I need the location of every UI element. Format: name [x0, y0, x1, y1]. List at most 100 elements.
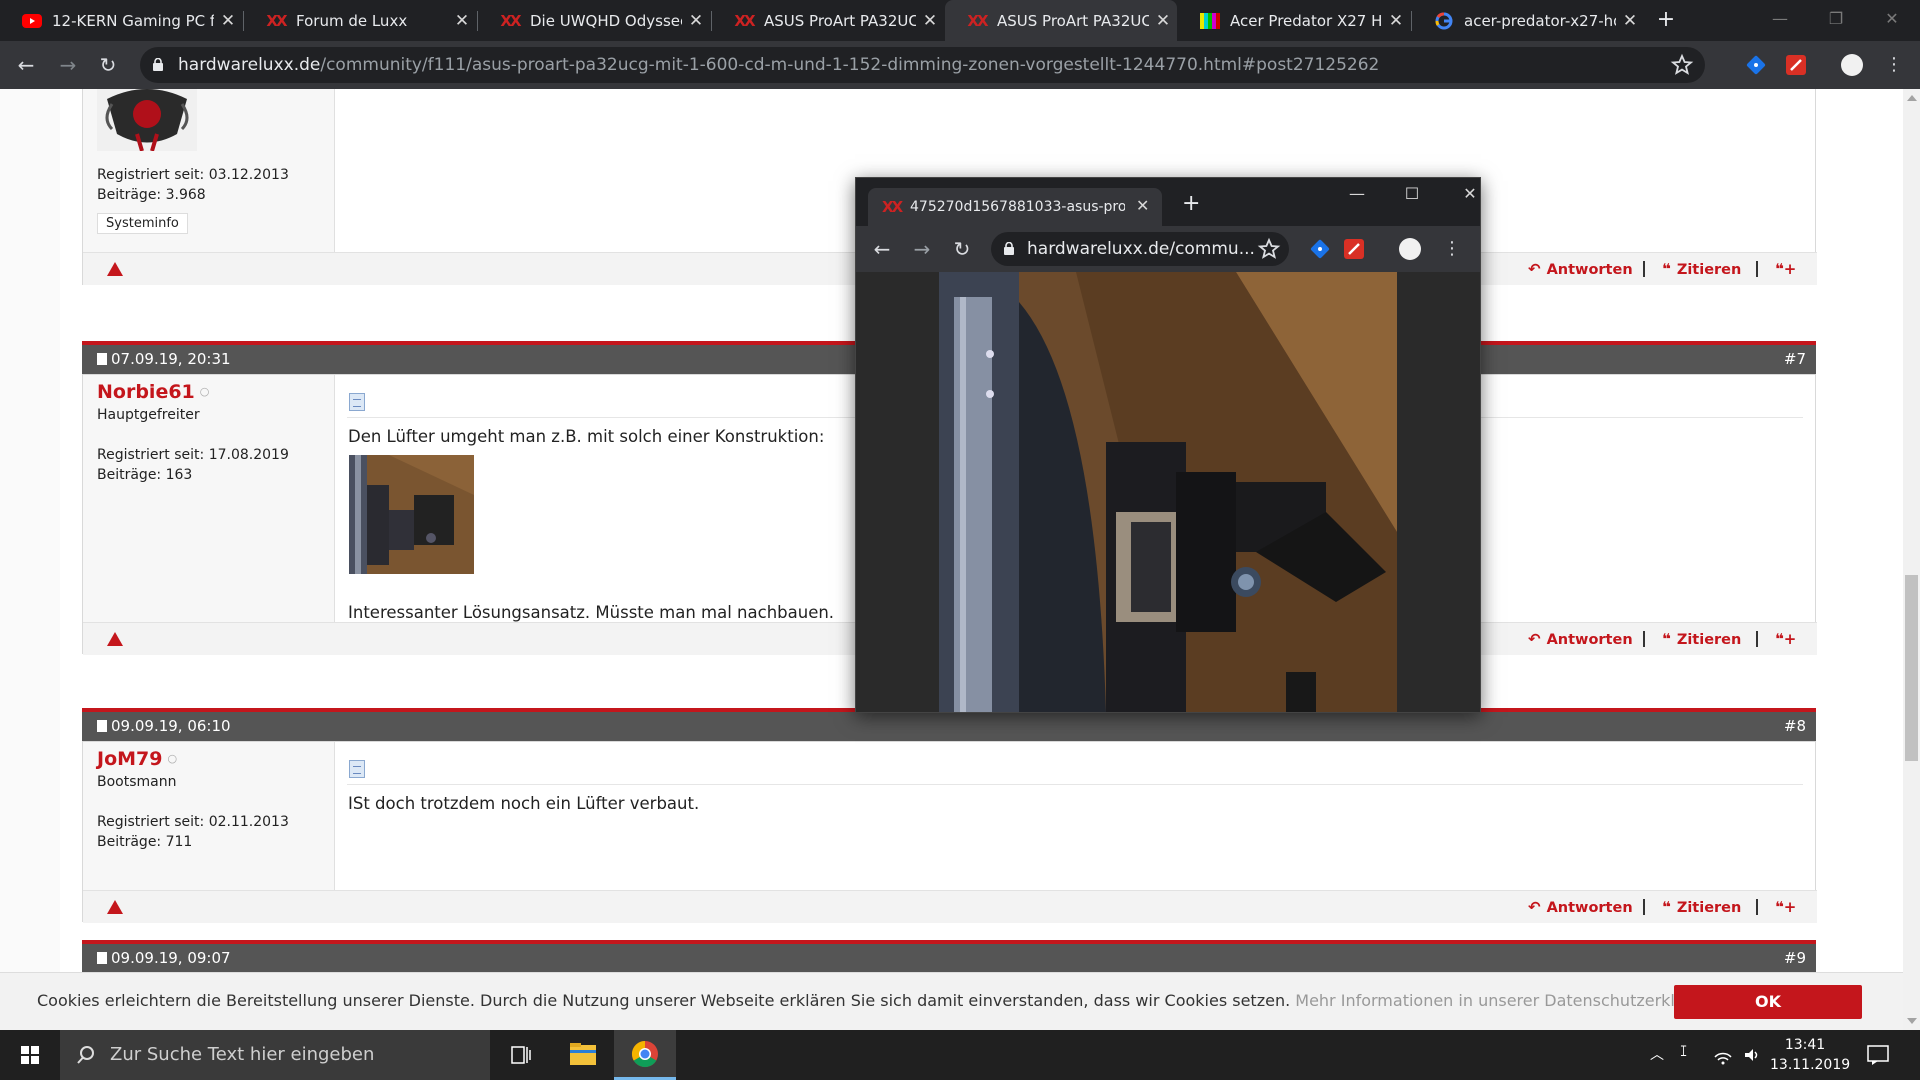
star-icon[interactable]: [1257, 237, 1281, 261]
popup-address-bar[interactable]: hardwareluxx.de/commu...: [991, 232, 1289, 266]
quote-button[interactable]: ❝ Zitieren: [1662, 260, 1741, 278]
user-rank: Hauptgefreiter: [97, 407, 200, 423]
reply-button[interactable]: ↶ Antworten: [1528, 898, 1633, 916]
star-icon[interactable]: [1670, 53, 1694, 77]
multiquote-plus-icon: ❝+: [1775, 898, 1797, 916]
extension-red-icon[interactable]: [1784, 53, 1808, 77]
action-divider: [1756, 899, 1758, 915]
taskbar-file-explorer[interactable]: [552, 1030, 614, 1080]
close-icon[interactable]: ✕: [214, 11, 242, 31]
post-number-link[interactable]: #7: [1784, 350, 1806, 368]
systeminfo-button[interactable]: Systeminfo: [97, 213, 188, 234]
taskbar-clock[interactable]: 13:41 13.11.2019: [1770, 1035, 1851, 1075]
post-header: 09.09.19, 09:07 #9: [82, 940, 1816, 973]
maximize-button[interactable]: ☐: [1392, 184, 1432, 203]
minimize-button[interactable]: —: [1752, 0, 1808, 41]
privacy-link[interactable]: Mehr Informationen in unserer Datenschut…: [1295, 991, 1727, 1010]
quote-button[interactable]: ❝ Zitieren: [1662, 898, 1741, 916]
luxx-icon: XX: [266, 11, 287, 30]
taskbar-chrome[interactable]: [614, 1030, 676, 1080]
post-text: Den Lüfter umgeht man z.B. mit solch ein…: [348, 427, 825, 446]
post-number-link[interactable]: #8: [1784, 717, 1806, 735]
report-warning-icon[interactable]: [107, 632, 123, 646]
report-warning-icon[interactable]: [107, 900, 123, 914]
clock-date: 13.11.2019: [1770, 1057, 1851, 1073]
close-icon[interactable]: ✕: [916, 11, 944, 31]
close-icon[interactable]: ✕: [448, 11, 476, 31]
profile-avatar[interactable]: [1840, 53, 1864, 77]
windows-logo-icon: [21, 1046, 39, 1064]
tab-forum-de-luxx[interactable]: XX Forum de Luxx ✕: [244, 0, 476, 41]
new-tab-button[interactable]: +: [1182, 191, 1200, 216]
tab-google-search[interactable]: acer-predator-x27-hdr ✕: [1412, 0, 1644, 41]
back-button[interactable]: ←: [12, 51, 40, 79]
wifi-icon[interactable]: [1713, 1045, 1733, 1065]
extension-dice-icon[interactable]: [1744, 53, 1768, 77]
tab-acer-predator[interactable]: Acer Predator X27 HDR ✕: [1178, 0, 1410, 41]
quote-icon: ❝: [1662, 898, 1671, 916]
menu-kebab-icon[interactable]: ⋮: [1438, 235, 1466, 263]
scroll-down-arrow[interactable]: [1907, 1018, 1917, 1024]
post-number-link[interactable]: #9: [1784, 949, 1806, 967]
scroll-thumb[interactable]: [1905, 575, 1918, 761]
close-icon[interactable]: ✕: [1616, 11, 1644, 31]
multiquote-button[interactable]: ❝+: [1775, 260, 1802, 278]
quote-button[interactable]: ❝ Zitieren: [1662, 630, 1741, 648]
multiquote-button[interactable]: ❝+: [1775, 898, 1802, 916]
tab-asus-proart-1[interactable]: XX ASUS ProArt PA32UCG ✕: [712, 0, 944, 41]
action-divider: [1756, 631, 1758, 647]
registration-date: Registriert seit: 17.08.2019: [97, 447, 289, 463]
popup-tab[interactable]: XX 475270d1567881033-asus-proart ✕: [868, 188, 1162, 226]
taskbar-search-box[interactable]: Zur Suche Text hier eingeben: [60, 1030, 490, 1080]
username-link[interactable]: Norbie61: [97, 381, 209, 403]
input-language-icon[interactable]: ꕯ: [1680, 1044, 1687, 1080]
tab-asus-proart-active[interactable]: XX ASUS ProArt PA32UCG ✕: [945, 0, 1177, 41]
reload-button[interactable]: ↻: [94, 51, 122, 79]
username-link[interactable]: JoM79: [97, 748, 177, 770]
google-icon: [1434, 12, 1454, 29]
close-icon[interactable]: ✕: [682, 11, 710, 31]
extension-dice-icon[interactable]: [1308, 237, 1332, 261]
window-close-button[interactable]: ✕: [1864, 0, 1920, 41]
report-warning-icon[interactable]: [107, 262, 123, 276]
cookie-ok-button[interactable]: OK: [1674, 985, 1862, 1019]
scroll-up-arrow[interactable]: [1907, 95, 1917, 101]
start-button[interactable]: [0, 1030, 60, 1080]
reload-button[interactable]: ↻: [948, 235, 976, 263]
avatar: [97, 89, 197, 151]
action-divider: [1643, 261, 1645, 277]
lock-icon: [1004, 242, 1014, 255]
address-bar[interactable]: hardwareluxx.de/community/f111/asus-proa…: [140, 47, 1705, 83]
close-icon[interactable]: ✕: [1382, 11, 1410, 31]
monitor-mount-photo: [856, 272, 1480, 712]
close-icon[interactable]: ✕: [1149, 11, 1177, 31]
extension-red-icon[interactable]: [1342, 237, 1366, 261]
volume-icon[interactable]: [1742, 1045, 1762, 1065]
menu-kebab-icon[interactable]: ⋮: [1880, 51, 1908, 79]
profile-avatar[interactable]: [1398, 237, 1422, 261]
popup-toolbar: ← → ↻ hardwareluxx.de/commu... ⋮: [856, 226, 1480, 272]
forward-button[interactable]: →: [908, 235, 936, 263]
cookie-banner: Cookies erleichtern die Bereitstellung u…: [0, 972, 1903, 1030]
restore-button[interactable]: ❐: [1808, 0, 1864, 41]
back-button[interactable]: ←: [868, 235, 896, 263]
forward-button[interactable]: →: [54, 51, 82, 79]
task-view-button[interactable]: [490, 1030, 552, 1080]
post: JoM79 Bootsmann Registriert seit: 02.11.…: [82, 741, 1817, 923]
reply-button[interactable]: ↶ Antworten: [1528, 260, 1633, 278]
page-scrollbar[interactable]: [1903, 89, 1920, 1030]
new-tab-button[interactable]: +: [1652, 6, 1680, 34]
action-divider: [1756, 261, 1758, 277]
quote-icon: ❝: [1662, 260, 1671, 278]
reply-button[interactable]: ↶ Antworten: [1528, 630, 1633, 648]
tab-youtube[interactable]: 12-KERN Gaming PC für ✕: [0, 0, 242, 41]
close-icon[interactable]: ✕: [1136, 196, 1149, 215]
tray-chevron-icon[interactable]: ︿: [1650, 1044, 1664, 1080]
notification-center-icon[interactable]: [1866, 1044, 1890, 1066]
post-attachment-thumbnail[interactable]: [349, 455, 474, 574]
multiquote-button[interactable]: ❝+: [1775, 630, 1802, 648]
minimize-button[interactable]: —: [1337, 184, 1377, 203]
browser-toolbar: ← → ↻ hardwareluxx.de/community/f111/asu…: [0, 41, 1920, 89]
window-close-button[interactable]: ✕: [1450, 184, 1490, 203]
tab-uwqhd[interactable]: XX Die UWQHD Odyssee - ✕: [478, 0, 710, 41]
